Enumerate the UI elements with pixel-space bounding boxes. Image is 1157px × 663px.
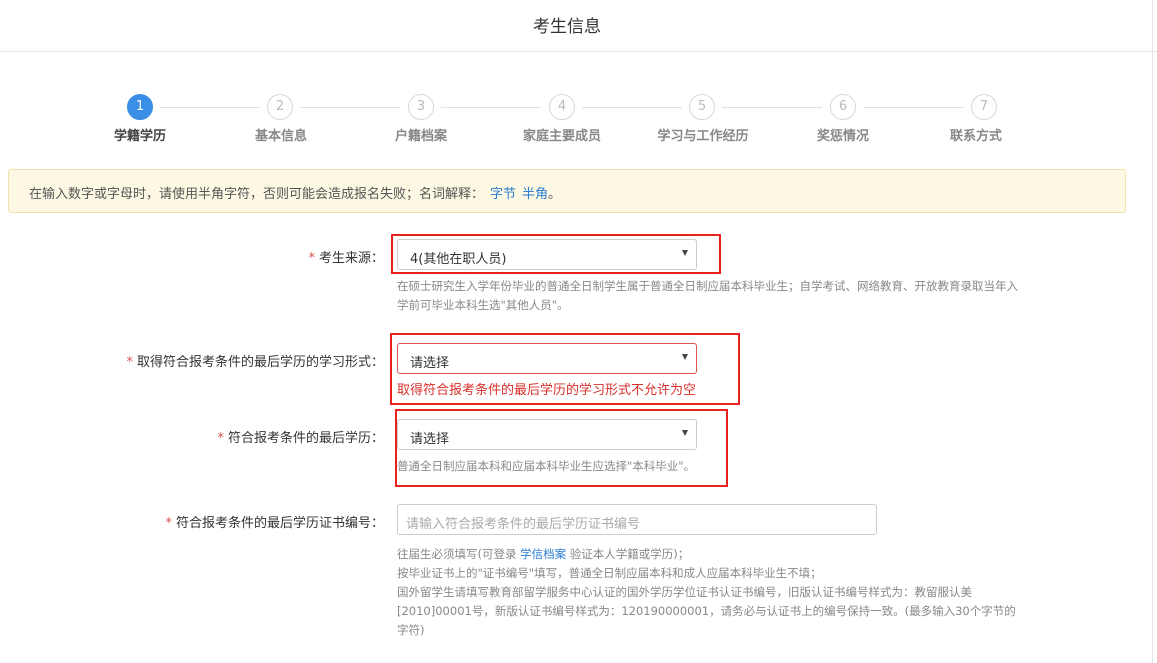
source-help: 在硕士研究生入学年份毕业的普通全日制学生属于普通全日制应届本科毕业生；自学考试、… bbox=[397, 279, 1018, 312]
study-form-label: * 取得符合报考条件的最后学历的学习形式： bbox=[0, 351, 384, 370]
cert-no-label: * 符合报考条件的最后学历证书编号： bbox=[0, 512, 384, 531]
cert-no-help: 往届生必须填写(可登录 学信档案 验证本人学籍或学历)； 按毕业证书上的"证书编… bbox=[397, 545, 1027, 640]
highlight-box bbox=[390, 333, 740, 405]
cert-no-input[interactable]: 请输入符合报考条件的最后学历证书编号 bbox=[397, 504, 877, 535]
help-text: 往届生必须填写(可登录 bbox=[397, 547, 521, 561]
step-5-label[interactable]: 学习与工作经历 bbox=[633, 125, 773, 144]
step-2-label[interactable]: 基本信息 bbox=[211, 125, 351, 144]
page-header: 考生信息 bbox=[0, 0, 1157, 52]
source-label-text: 考生来源： bbox=[318, 251, 384, 266]
step-connector bbox=[863, 107, 963, 108]
step-connector bbox=[582, 107, 682, 108]
progress-steps: 1 2 3 4 5 6 7 学籍学历 基本信息 户籍档案 家庭主要成员 学习与工… bbox=[0, 94, 1157, 154]
step-3-label[interactable]: 户籍档案 bbox=[351, 125, 491, 144]
required-mark: * bbox=[308, 251, 315, 266]
step-4-label[interactable]: 家庭主要成员 bbox=[492, 125, 632, 144]
notice-text: 在输入数字或字母时，请使用半角字符，否则可能会造成报名失败；名词解释： bbox=[29, 187, 485, 202]
step-connector bbox=[300, 107, 400, 108]
notice-link-halfwidth[interactable]: 半角 bbox=[522, 187, 548, 202]
step-connector bbox=[722, 107, 822, 108]
last-degree-label: * 符合报考条件的最后学历： bbox=[0, 427, 384, 446]
step-connector bbox=[160, 107, 260, 108]
cert-no-help-line2: 按毕业证书上的"证书编号"填写，普通全日制应届本科和成人应届本科毕业生不填； bbox=[397, 566, 822, 580]
step-7-label[interactable]: 联系方式 bbox=[906, 125, 1046, 144]
step-3-circle[interactable]: 3 bbox=[408, 94, 434, 120]
required-mark: * bbox=[126, 355, 133, 370]
step-6-label[interactable]: 奖惩情况 bbox=[773, 125, 913, 144]
cert-no-label-text: 符合报考条件的最后学历证书编号： bbox=[175, 516, 384, 531]
step-1-label[interactable]: 学籍学历 bbox=[70, 125, 210, 144]
highlight-box bbox=[391, 234, 721, 274]
source-label: * 考生来源： bbox=[0, 247, 384, 266]
step-2-circle[interactable]: 2 bbox=[267, 94, 293, 120]
last-degree-label-text: 符合报考条件的最后学历： bbox=[227, 431, 384, 446]
required-mark: * bbox=[165, 516, 172, 531]
step-1-circle[interactable]: 1 bbox=[127, 94, 153, 120]
help-text: 验证本人学籍或学历)； bbox=[566, 547, 690, 561]
notice-banner: 在输入数字或字母时，请使用半角字符，否则可能会造成报名失败；名词解释： 字节 半角。 bbox=[8, 169, 1126, 213]
notice-end: 。 bbox=[548, 187, 562, 202]
page-title: 考生信息 bbox=[533, 17, 601, 37]
study-form-label-text: 取得符合报考条件的最后学历的学习形式： bbox=[136, 355, 384, 370]
step-6-circle[interactable]: 6 bbox=[830, 94, 856, 120]
xuexin-link[interactable]: 学信档案 bbox=[520, 547, 566, 561]
step-4-circle[interactable]: 4 bbox=[549, 94, 575, 120]
highlight-box bbox=[395, 409, 728, 487]
notice-link-byte[interactable]: 字节 bbox=[490, 187, 516, 202]
cert-no-help-line3: 国外留学生请填写教育部留学服务中心认证的国外学历学位证书认证书编号，旧版认证书编… bbox=[397, 585, 1016, 637]
cert-no-help-line1: 往届生必须填写(可登录 学信档案 验证本人学籍或学历)； bbox=[397, 545, 1027, 564]
step-connector bbox=[441, 107, 541, 108]
required-mark: * bbox=[217, 431, 224, 446]
step-5-circle[interactable]: 5 bbox=[689, 94, 715, 120]
step-7-circle[interactable]: 7 bbox=[971, 94, 997, 120]
